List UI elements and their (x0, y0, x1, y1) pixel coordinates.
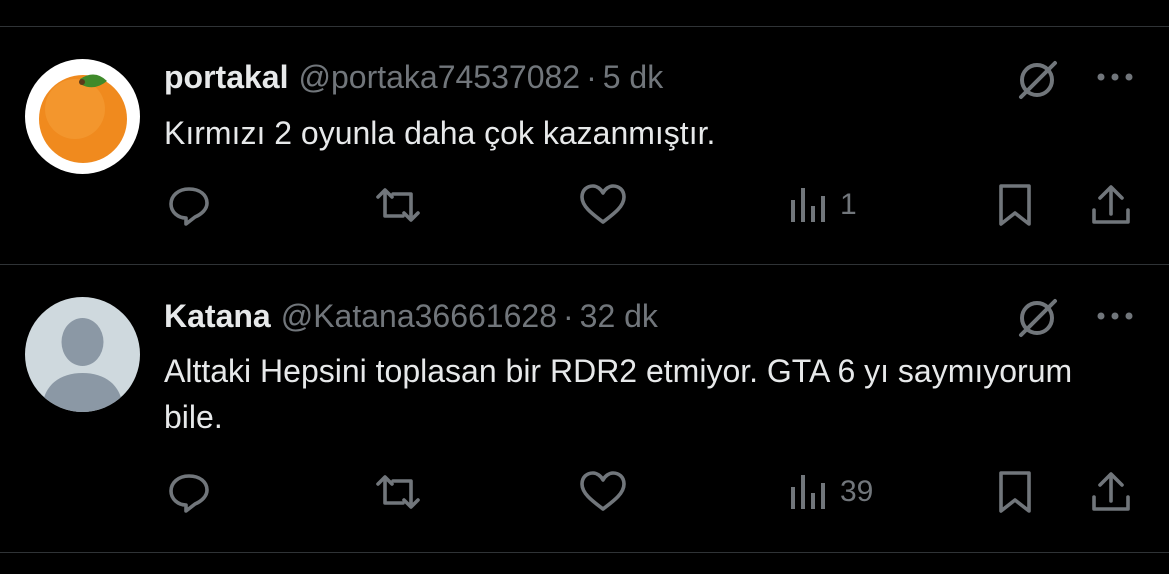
heart-icon (580, 184, 626, 224)
tweet-header: Katana @Katana36661628 · 32 dk (164, 296, 658, 336)
timestamp[interactable]: 32 dk (580, 298, 658, 334)
user-handle[interactable]: @portaka74537082 (298, 59, 580, 95)
retweet-arrows-icon (376, 188, 420, 222)
user-handle[interactable]: @Katana36661628 (281, 298, 557, 334)
views-count: 39 (840, 475, 874, 508)
reply-bubble-icon (169, 474, 209, 513)
avatar[interactable] (25, 59, 140, 174)
bookmark-button[interactable] (993, 467, 1037, 517)
top-divider (0, 26, 1169, 27)
tweet-divider (0, 264, 1169, 265)
like-button[interactable] (577, 180, 629, 230)
bottom-divider (0, 552, 1169, 553)
views-button[interactable]: 1 (786, 180, 857, 230)
tweet-text: Kırmızı 2 oyunla daha çok kazanmıştır. (164, 115, 716, 151)
more-dots-icon[interactable] (1092, 67, 1138, 87)
bookmark-icon (999, 184, 1031, 226)
avatar[interactable] (25, 297, 140, 412)
retweet-button[interactable] (372, 180, 424, 230)
tweet-text: Alttaki Hepsini toplasan bir RDR2 etmiyo… (164, 353, 1073, 435)
separator: · (562, 298, 574, 334)
default-profile-avatar (25, 297, 140, 412)
reply-button[interactable] (164, 180, 214, 230)
retweet-button[interactable] (372, 467, 424, 517)
more-dots-icon[interactable] (1092, 306, 1138, 326)
share-upload-icon (1092, 185, 1130, 224)
timestamp[interactable]: 5 dk (603, 59, 663, 95)
share-upload-icon (1092, 472, 1130, 511)
heart-icon (580, 471, 626, 511)
share-button[interactable] (1087, 180, 1135, 230)
retweet-arrows-icon (376, 475, 420, 509)
share-button[interactable] (1087, 467, 1135, 517)
grok-slash-circle-icon[interactable] (1012, 293, 1062, 343)
reply-bubble-icon (169, 187, 209, 226)
reply-button[interactable] (164, 467, 214, 517)
views-button[interactable]: 39 (786, 467, 873, 517)
bar-chart-icon (791, 188, 825, 222)
grok-slash-circle-icon[interactable] (1012, 55, 1062, 105)
bookmark-icon (999, 471, 1031, 513)
orange-fruit-avatar (25, 59, 140, 174)
tweet-header: portakal @portaka74537082 · 5 dk (164, 57, 663, 97)
display-name[interactable]: portakal (164, 59, 288, 95)
bar-chart-icon (791, 475, 825, 509)
separator: · (586, 59, 597, 95)
display-name[interactable]: Katana (164, 298, 271, 334)
like-button[interactable] (577, 467, 629, 517)
views-count: 1 (840, 188, 857, 221)
action-bar: 39 (0, 467, 1169, 517)
bookmark-button[interactable] (993, 180, 1037, 230)
action-bar: 1 (0, 180, 1169, 230)
